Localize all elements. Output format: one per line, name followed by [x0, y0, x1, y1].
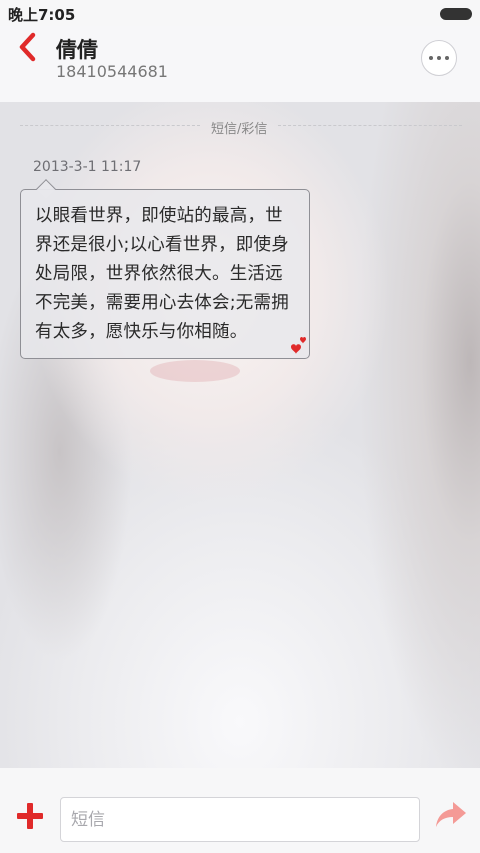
more-dot	[437, 56, 441, 60]
add-attachment-button[interactable]	[16, 802, 44, 830]
contact-number[interactable]: 18410544681	[56, 62, 168, 81]
compose-bar	[0, 768, 480, 853]
send-icon	[436, 802, 466, 827]
send-button[interactable]	[434, 800, 468, 830]
conversation-area[interactable]: 短信/彩信 2013-3-1 11:17 以眼看世界，即使站的最高，世界还是很小…	[0, 102, 480, 768]
status-time: 晚上7:05	[8, 6, 76, 24]
more-options-button[interactable]	[421, 40, 457, 76]
message-bubble[interactable]: 以眼看世界，即使站的最高，世界还是很小;以心看世界，即使身处局限，世界依然很大。…	[20, 189, 310, 359]
message-timestamp: 2013-3-1 11:17	[33, 159, 142, 175]
message-input[interactable]	[60, 797, 420, 842]
plus-icon	[17, 803, 43, 829]
back-arrow-icon	[19, 32, 36, 62]
more-dots-icon	[429, 56, 433, 60]
divider-line	[20, 125, 200, 127]
back-button[interactable]	[14, 32, 44, 62]
conversation-header: 倩倩 18410544681	[0, 26, 480, 102]
background-image	[150, 360, 240, 382]
contact-name[interactable]: 倩倩	[56, 34, 98, 64]
status-bar: 晚上7:05	[0, 0, 480, 26]
battery-icon	[440, 8, 472, 20]
more-dot	[445, 56, 449, 60]
message-text: 以眼看世界，即使站的最高，世界还是很小;以心看世界，即使身处局限，世界依然很大。…	[35, 206, 289, 342]
hearts-icon	[291, 337, 306, 354]
message-type-label: 短信/彩信	[211, 122, 268, 137]
divider-line	[278, 125, 462, 127]
